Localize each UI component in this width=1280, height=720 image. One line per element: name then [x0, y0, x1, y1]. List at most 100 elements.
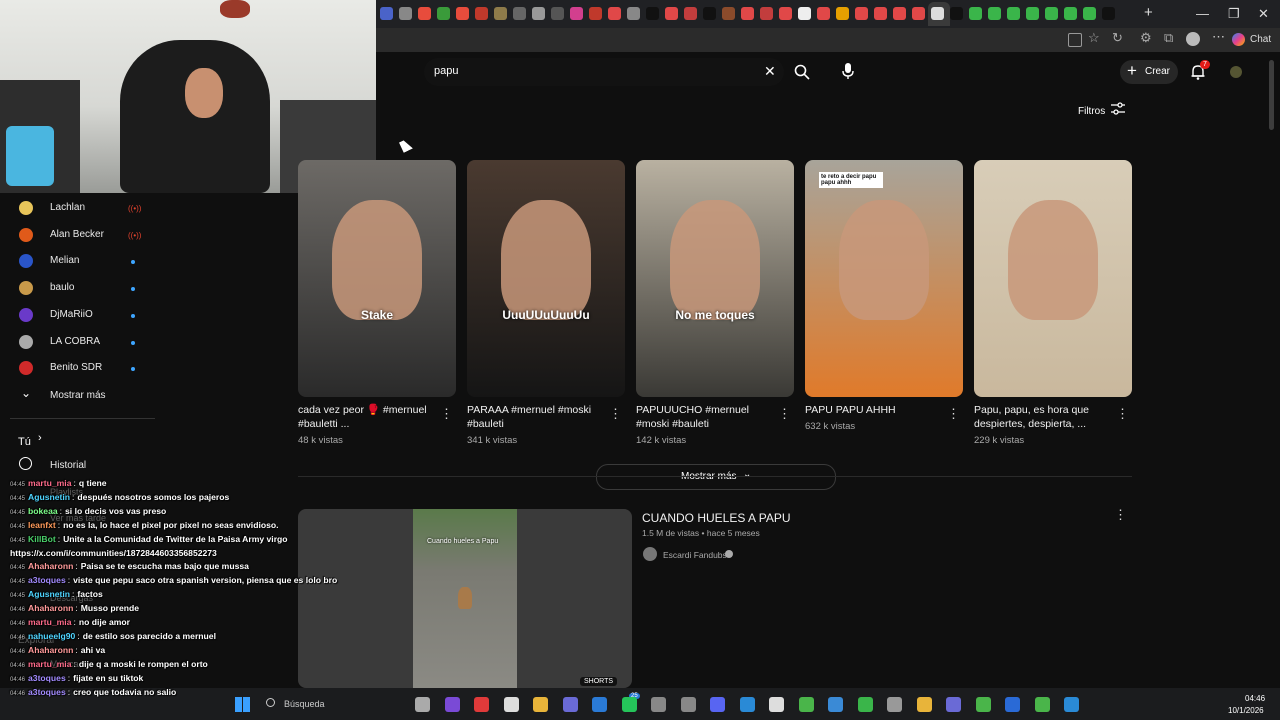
- tab-favicon-icon[interactable]: [646, 7, 659, 20]
- tab-favicon-icon[interactable]: [608, 7, 621, 20]
- taskbar-app-icon[interactable]: [592, 697, 607, 712]
- profile-avatar[interactable]: [1186, 32, 1200, 46]
- tab-favicon-icon[interactable]: [1064, 7, 1077, 20]
- taskbar-app-icon[interactable]: [621, 697, 637, 712]
- short-thumbnail[interactable]: No me toques: [636, 160, 794, 397]
- search-box[interactable]: [424, 58, 784, 86]
- sidebar-show-more[interactable]: ⌄ Mostrar más: [0, 384, 150, 406]
- tab-favicon-icon[interactable]: [1045, 7, 1058, 20]
- taskbar-app-icon[interactable]: [503, 697, 519, 712]
- extension-icon[interactable]: [1068, 33, 1082, 47]
- chat-username[interactable]: Agusnetin: [28, 589, 70, 599]
- more-actions-icon[interactable]: ⋮: [947, 406, 960, 422]
- taskbar-app-icon[interactable]: [887, 697, 902, 712]
- sidebar-item-subscription[interactable]: Benito SDR: [0, 356, 150, 380]
- chat-username[interactable]: leanfxt: [28, 520, 56, 530]
- page-scrollbar[interactable]: [1269, 60, 1274, 130]
- tab-favicon-icon[interactable]: [893, 7, 906, 20]
- tab-favicon-icon[interactable]: [760, 7, 773, 20]
- chat-username[interactable]: Ahaharonn: [28, 645, 73, 655]
- chat-username[interactable]: a3toques: [28, 687, 66, 697]
- chat-username[interactable]: martu_mia: [28, 478, 71, 488]
- taskbar-app-icon[interactable]: [828, 697, 843, 712]
- taskbar-app-icon[interactable]: [946, 697, 961, 712]
- window-close-button[interactable]: ✕: [1258, 6, 1269, 22]
- tab-favicon-icon[interactable]: [570, 7, 583, 20]
- tab-favicon-icon[interactable]: [931, 7, 944, 20]
- sidebar-item-subscription[interactable]: Melian: [0, 249, 150, 273]
- tab-favicon-icon[interactable]: [855, 7, 868, 20]
- puzzle-icon[interactable]: ⚙: [1140, 30, 1152, 46]
- short-card[interactable]: Stake cada vez peor 🥊 #mernuel #bauletti …: [298, 160, 456, 446]
- chat-username[interactable]: a3toques: [28, 575, 66, 585]
- sidebar-item-subscription[interactable]: Alan Becker ((•)): [0, 223, 150, 247]
- chat-username[interactable]: a3toques: [28, 673, 66, 683]
- tab-favicon-icon[interactable]: [475, 7, 488, 20]
- tab-favicon-icon[interactable]: [817, 7, 830, 20]
- tab-favicon-icon[interactable]: [380, 7, 393, 20]
- chat-username[interactable]: Ahaharonn: [28, 561, 73, 571]
- tab-favicon-icon[interactable]: [779, 7, 792, 20]
- short-thumbnail[interactable]: Stake: [298, 160, 456, 397]
- more-actions-icon[interactable]: ⋮: [1116, 406, 1129, 422]
- tab-favicon-icon[interactable]: [874, 7, 887, 20]
- create-button[interactable]: + Crear: [1120, 60, 1178, 84]
- short-title[interactable]: PAPUUUCHO #mernuel #moski #bauleti: [636, 403, 776, 431]
- chat-username[interactable]: KillBot: [28, 534, 56, 544]
- new-tab-button[interactable]: +: [1144, 4, 1153, 21]
- short-title[interactable]: PAPU PAPU AHHH: [805, 403, 945, 417]
- taskbar-app-icon[interactable]: [444, 697, 460, 712]
- taskbar-app-icon[interactable]: [739, 697, 755, 712]
- short-card[interactable]: No me toques PAPUUUCHO #mernuel #moski #b…: [636, 160, 794, 446]
- short-thumbnail[interactable]: [974, 160, 1132, 397]
- tab-favicon-icon[interactable]: [627, 7, 640, 20]
- short-thumbnail[interactable]: te reto a decir papu papu ahhh: [805, 160, 963, 397]
- short-title[interactable]: Papu, papu, es hora que despiertes, desp…: [974, 403, 1114, 431]
- channel-name[interactable]: Escardi Fandubs: [663, 550, 727, 560]
- tab-favicon-icon[interactable]: [551, 7, 564, 20]
- clock-time[interactable]: 04:46: [1245, 694, 1265, 703]
- featured-video-thumbnail[interactable]: Cuando hueles a Papu SHORTS: [298, 509, 632, 688]
- maximize-button[interactable]: ❐: [1228, 6, 1240, 22]
- taskbar-app-icon[interactable]: [975, 697, 991, 712]
- tab-favicon-icon[interactable]: [1102, 7, 1115, 20]
- collections-icon[interactable]: ⧉: [1164, 30, 1173, 46]
- tab-favicon-icon[interactable]: [399, 7, 412, 20]
- minimize-button[interactable]: —: [1196, 6, 1209, 21]
- short-card[interactable]: UuuUUuUuuUu PARAAA #mernuel #moski #baule…: [467, 160, 625, 446]
- short-title[interactable]: cada vez peor 🥊 #mernuel #bauletti ...: [298, 403, 438, 431]
- taskbar-search[interactable]: Búsqueda: [260, 694, 410, 714]
- start-button[interactable]: [235, 697, 250, 712]
- tab-favicon-icon[interactable]: [684, 7, 697, 20]
- tab-favicon-icon[interactable]: [969, 7, 982, 20]
- short-card[interactable]: Papu, papu, es hora que despiertes, desp…: [974, 160, 1132, 446]
- sidebar-item-subscription[interactable]: LA COBRA: [0, 330, 150, 354]
- chat-username[interactable]: bokeaa: [28, 506, 58, 516]
- tab-favicon-icon[interactable]: [437, 7, 450, 20]
- sidebar-item-subscription[interactable]: DjMaRiiO: [0, 303, 150, 327]
- short-card[interactable]: te reto a decir papu papu ahhh PAPU PAPU …: [805, 160, 963, 432]
- clock-date[interactable]: 10/1/2026: [1228, 706, 1264, 715]
- taskbar-app-icon[interactable]: [474, 697, 489, 712]
- chat-username[interactable]: nahueelg90: [28, 631, 75, 641]
- tab-favicon-icon[interactable]: [1007, 7, 1020, 20]
- more-menu-icon[interactable]: ⋯: [1212, 29, 1225, 45]
- sidebar-you-heading[interactable]: Tú ›: [18, 432, 42, 450]
- taskbar-app-icon[interactable]: [680, 697, 696, 712]
- taskbar-app-icon[interactable]: [533, 697, 548, 712]
- taskbar-app-icon[interactable]: [651, 697, 666, 712]
- star-icon[interactable]: ☆: [1088, 30, 1100, 46]
- sidebar-item-history[interactable]: Historial: [0, 455, 150, 475]
- chat-username[interactable]: Ahaharonn: [28, 603, 73, 613]
- tab-favicon-icon[interactable]: [722, 7, 735, 20]
- short-title[interactable]: PARAAA #mernuel #moski #bauleti: [467, 403, 607, 431]
- taskbar-app-icon[interactable]: [1064, 697, 1079, 712]
- tab-favicon-icon[interactable]: [741, 7, 754, 20]
- taskbar-app-icon[interactable]: [798, 697, 814, 712]
- tab-favicon-icon[interactable]: [494, 7, 507, 20]
- filters-button[interactable]: Filtros: [1078, 101, 1128, 117]
- more-actions-icon[interactable]: ⋮: [609, 406, 622, 422]
- tab-favicon-icon[interactable]: [513, 7, 526, 20]
- taskbar-app-icon[interactable]: [1005, 697, 1020, 712]
- search-input[interactable]: papu: [434, 65, 458, 77]
